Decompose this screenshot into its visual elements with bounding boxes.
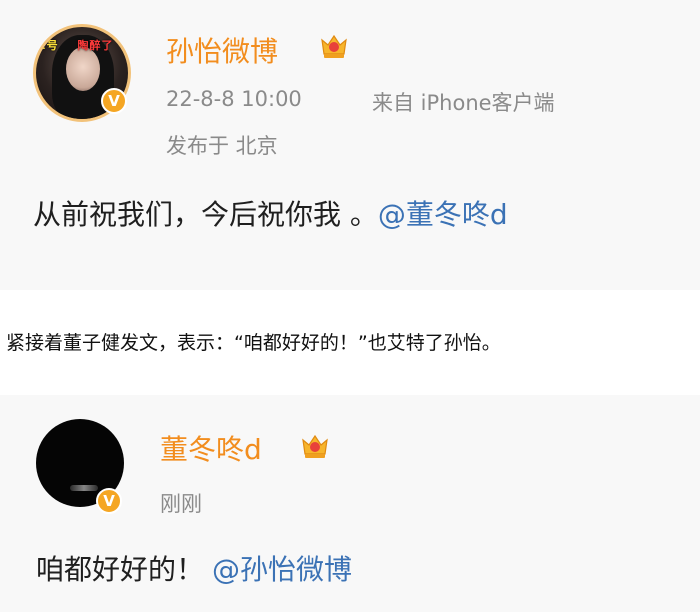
weibo-post-sun-yi: 2号 陶醉了 V 孙怡微博 22-8-8 10:00 来自 iPhone客户端 … [0,0,700,290]
avatar-sticker: 2号 陶醉了 [38,37,128,59]
vip-crown-icon [302,434,328,458]
article-caption: 紧接着董子健发文，表示：“咱都好好的！”也艾特了孙怡。 [6,332,501,354]
post-time: 22-8-8 10:00 [166,87,302,111]
verified-badge-icon: V [96,488,122,514]
mention-link[interactable]: @董冬咚d [378,198,508,231]
post-location: 发布于 北京 [166,134,278,158]
post-text: 从前祝我们，今后祝你我 。@董冬咚d [33,193,508,233]
verified-badge-icon: V [101,88,127,114]
author-name[interactable]: 孙怡微博 [166,30,278,70]
avatar-sticker-right: 陶醉了 [77,39,114,52]
post-time: 刚刚 [160,492,202,516]
mention-link[interactable]: @孙怡微博 [212,553,352,586]
post-source: 来自 iPhone客户端 [372,91,555,115]
weibo-post-dong-zijian: V 董冬咚d 刚刚 咱都好好的！ @孙怡微博 [0,395,700,612]
avatar-light [70,485,98,491]
vip-crown-icon [321,34,347,58]
avatar-sticker-left: 2号 [38,39,59,52]
post-body: 咱都好好的！ [36,553,205,586]
author-name[interactable]: 董冬咚d [160,428,262,468]
post-body: 从前祝我们，今后祝你我 。 [33,198,378,231]
post-text: 咱都好好的！ @孙怡微博 [36,548,352,588]
